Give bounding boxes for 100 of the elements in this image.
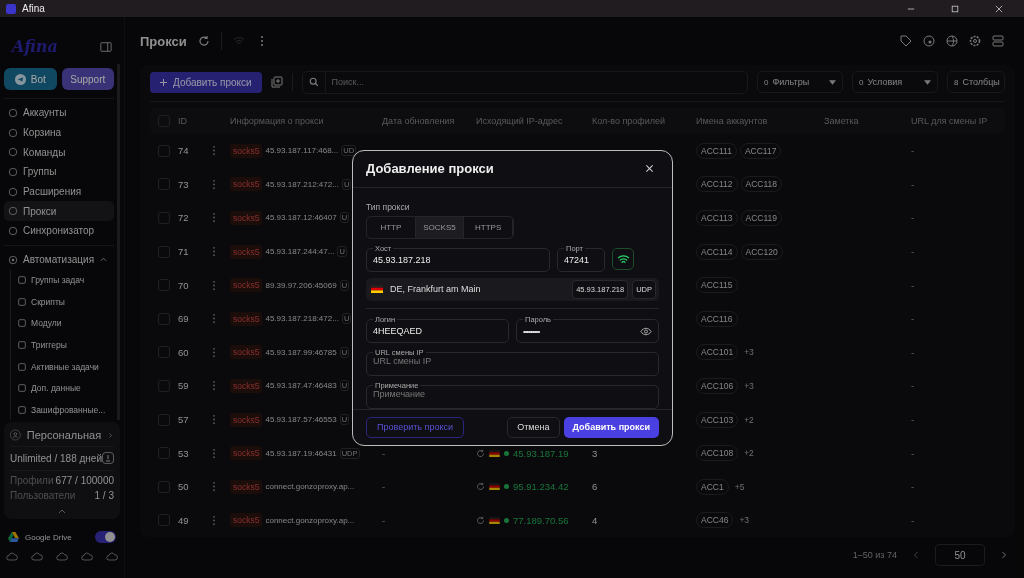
more-icon[interactable] xyxy=(212,447,216,459)
refresh-icon[interactable] xyxy=(476,448,485,458)
upgrade-icon[interactable] xyxy=(102,452,114,464)
id-cell-text: 69 xyxy=(178,313,190,325)
plan-name: Персональная xyxy=(26,429,102,441)
eye-icon[interactable] xyxy=(640,326,652,336)
nav-item[interactable]: Зашифрованные... xyxy=(16,399,114,420)
settings-icon[interactable] xyxy=(969,35,981,47)
proxy-address: 45.93.187.99:46785 xyxy=(265,347,337,357)
filter-dropdown[interactable]: 0 Фильтры xyxy=(757,71,843,93)
more-icon[interactable] xyxy=(212,313,216,325)
target-icon xyxy=(8,254,18,265)
add-proxy-button[interactable]: Добавить прокси xyxy=(150,71,262,93)
support-button[interactable]: Support xyxy=(61,68,114,90)
date-cell: - xyxy=(382,514,386,526)
chevron-icon[interactable] xyxy=(107,430,114,440)
cancel-button[interactable]: Отмена xyxy=(507,417,560,438)
url-cell-text: - xyxy=(911,212,916,224)
page-size-field[interactable]: 50 xyxy=(935,544,985,566)
more-icon[interactable] xyxy=(212,414,216,426)
proxy-address: 45.93.187.57:46553 xyxy=(265,415,337,425)
more-count: +5 xyxy=(734,481,745,492)
nav-item[interactable]: Синхронизатор xyxy=(4,221,114,241)
ip-address: 45.93.187.19 xyxy=(513,447,569,459)
more-icon[interactable] xyxy=(212,212,216,224)
more-icon[interactable] xyxy=(212,145,216,157)
nav-item[interactable]: Скрипты xyxy=(16,291,114,313)
nav-item[interactable]: Расширения xyxy=(4,181,114,202)
nav-item[interactable]: Группы xyxy=(4,162,114,182)
more-count: +3 xyxy=(739,515,750,526)
refresh-icon[interactable] xyxy=(476,515,485,525)
window-title: Afina xyxy=(22,3,45,14)
stat-label: Пользователи xyxy=(10,490,76,501)
url-cell-text: - xyxy=(911,414,916,426)
refresh-icon[interactable] xyxy=(197,35,210,47)
wifi-icon[interactable] xyxy=(232,35,245,47)
chevron-up-icon[interactable] xyxy=(57,508,67,514)
close-icon[interactable] xyxy=(645,164,654,174)
cloud-icon[interactable] xyxy=(106,552,118,562)
nav-item[interactable]: Доп. данные xyxy=(16,377,114,400)
maximize-icon[interactable] xyxy=(951,4,959,13)
nav-item[interactable]: Команды xyxy=(4,142,114,163)
date-cell: - xyxy=(382,447,386,459)
globe-icon[interactable] xyxy=(946,35,958,47)
next-icon[interactable] xyxy=(999,550,1009,560)
telegram-icon xyxy=(14,73,26,85)
id-cell-text: 49 xyxy=(178,514,190,526)
type-tab[interactable]: HTTP xyxy=(367,216,416,238)
sidebar-toggle-icon[interactable] xyxy=(100,40,112,53)
columns-button[interactable]: 8 Столбцы xyxy=(947,71,1005,93)
field-label: Тип прокси xyxy=(366,201,411,212)
filter-dropdown[interactable]: 0 Условия xyxy=(852,71,938,93)
url-cell-text: - xyxy=(911,380,916,392)
proxy-address: connect.gonzoproxy.ap... xyxy=(265,482,355,492)
cloud-icon[interactable] xyxy=(81,552,93,562)
previous-icon[interactable] xyxy=(911,550,921,560)
more-icon[interactable] xyxy=(212,514,216,526)
more-icon[interactable] xyxy=(212,380,216,392)
type-tab[interactable]: SOCKS5 xyxy=(415,216,465,238)
more-icon[interactable] xyxy=(212,246,216,258)
more-icon[interactable] xyxy=(212,279,216,291)
cloud-icon[interactable] xyxy=(56,552,68,562)
type-tag: socks5 xyxy=(230,513,263,528)
column-header: ID xyxy=(178,116,188,126)
type-tag: socks5 xyxy=(230,278,263,293)
proxy-address: 45.93.187.19:46431 xyxy=(265,448,337,458)
layout-icon[interactable] xyxy=(992,35,1004,47)
drive-toggle[interactable] xyxy=(95,531,116,543)
refresh-icon[interactable] xyxy=(476,482,485,492)
caret-icon xyxy=(924,79,931,85)
more-icon[interactable] xyxy=(212,481,216,493)
proxy-address: 45.93.187.47:46483 xyxy=(265,381,337,391)
drive-label: Google Drive xyxy=(25,532,73,542)
logo: Afina xyxy=(12,37,58,56)
nav-section[interactable]: Автоматизация xyxy=(4,249,114,270)
tag-icon[interactable] xyxy=(900,35,912,47)
nav-item[interactable]: Прокси xyxy=(4,201,114,222)
nav-item[interactable]: Группы задач xyxy=(16,269,114,292)
column-header: Кол-во профилей xyxy=(592,116,667,126)
flag-icon xyxy=(489,483,500,491)
close-icon[interactable] xyxy=(995,4,1003,13)
add-many-icon[interactable] xyxy=(270,76,283,88)
cloud-icon[interactable] xyxy=(31,552,43,562)
more-icon[interactable] xyxy=(212,178,216,190)
circle-icon xyxy=(8,107,18,118)
check-connection-button[interactable] xyxy=(612,248,634,271)
nav-item[interactable]: Триггеры xyxy=(16,334,114,356)
nav-item[interactable]: Активные задачи xyxy=(16,355,114,378)
square-icon xyxy=(17,318,27,329)
cloud-icon[interactable] xyxy=(6,552,18,562)
nav-item[interactable]: Модули xyxy=(16,312,114,335)
id-cell-text: 74 xyxy=(178,145,190,157)
type-tab[interactable]: HTTPS xyxy=(464,216,513,238)
more-icon[interactable] xyxy=(212,346,216,358)
nav-item[interactable]: Корзина xyxy=(4,122,114,143)
nav-item[interactable]: Аккаунты xyxy=(4,103,114,123)
id-cell-text: 73 xyxy=(178,178,190,190)
submit-button[interactable]: Добавить прокси xyxy=(563,417,659,438)
bot-button[interactable]: Bot xyxy=(4,68,57,90)
profiles-count: 3 xyxy=(592,447,598,459)
